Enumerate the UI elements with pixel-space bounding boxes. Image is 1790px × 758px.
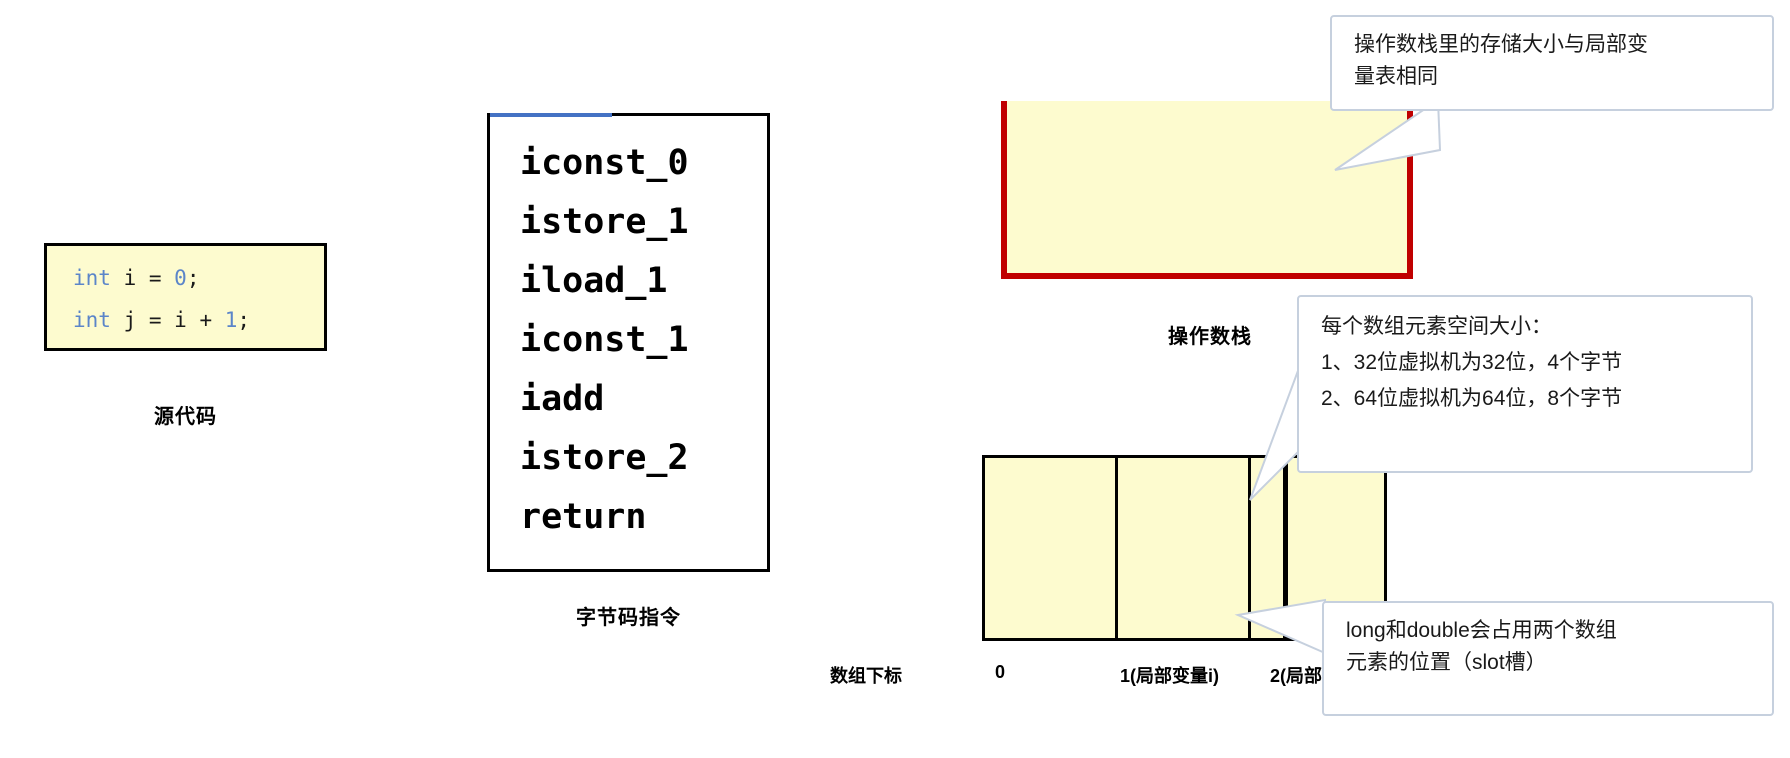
bytecode-instruction: iload_1 — [520, 261, 668, 301]
bytecode-instruction: istore_1 — [520, 202, 689, 242]
source-code-line-1: int i = 0; — [73, 267, 199, 289]
code-token: int — [73, 266, 111, 290]
operand-stack-box — [1001, 101, 1413, 279]
bytecode-instruction: iconst_0 — [520, 143, 689, 183]
slot-axis-title: 数组下标 — [830, 666, 902, 686]
callout-slot-size-note: 每个数组元素空间大小： 1、32位虚拟机为32位，4个字节 2、64位虚拟机为6… — [1297, 295, 1753, 473]
bytecode-box: iconst_0 istore_1 iload_1 iconst_1 iadd … — [487, 113, 770, 572]
code-token: ; — [186, 266, 200, 290]
code-token: 1 — [224, 308, 238, 332]
callout-long-double-note: long和double会占用两个数组 元素的位置（slot槽） — [1322, 601, 1774, 716]
bytecode-accent-bar — [490, 113, 612, 117]
diagram-canvas: int i = 0; int j = i + 1; 源代码 iconst_0 i… — [0, 0, 1790, 758]
code-token: i = — [110, 266, 175, 290]
callout-operand-stack-note: 操作数栈里的存储大小与局部变 量表相同 — [1330, 15, 1774, 111]
slot-cell-0 — [985, 458, 1118, 638]
bytecode-label: 字节码指令 — [576, 607, 681, 629]
code-token: int — [73, 308, 111, 332]
slot-divider-thick — [1283, 452, 1288, 638]
slot-index-label-0: 0 — [995, 662, 1006, 682]
bytecode-instruction: iadd — [520, 379, 605, 419]
bytecode-instruction: iconst_1 — [520, 320, 689, 360]
bytecode-instruction: istore_2 — [520, 438, 689, 478]
source-code-line-2: int j = i + 1; — [73, 309, 250, 331]
code-token: j = i + — [110, 308, 225, 332]
code-token: 0 — [174, 266, 187, 290]
source-code-label: 源代码 — [154, 406, 217, 428]
bytecode-instruction-list: iconst_0 istore_1 iload_1 iconst_1 iadd … — [520, 134, 689, 547]
source-code-box: int i = 0; int j = i + 1; — [44, 243, 327, 351]
code-token: ; — [237, 308, 251, 332]
slot-cell-1 — [1118, 458, 1251, 638]
bytecode-instruction: return — [520, 497, 647, 537]
slot-index-label-1: 1(局部变量i) — [1120, 666, 1219, 686]
